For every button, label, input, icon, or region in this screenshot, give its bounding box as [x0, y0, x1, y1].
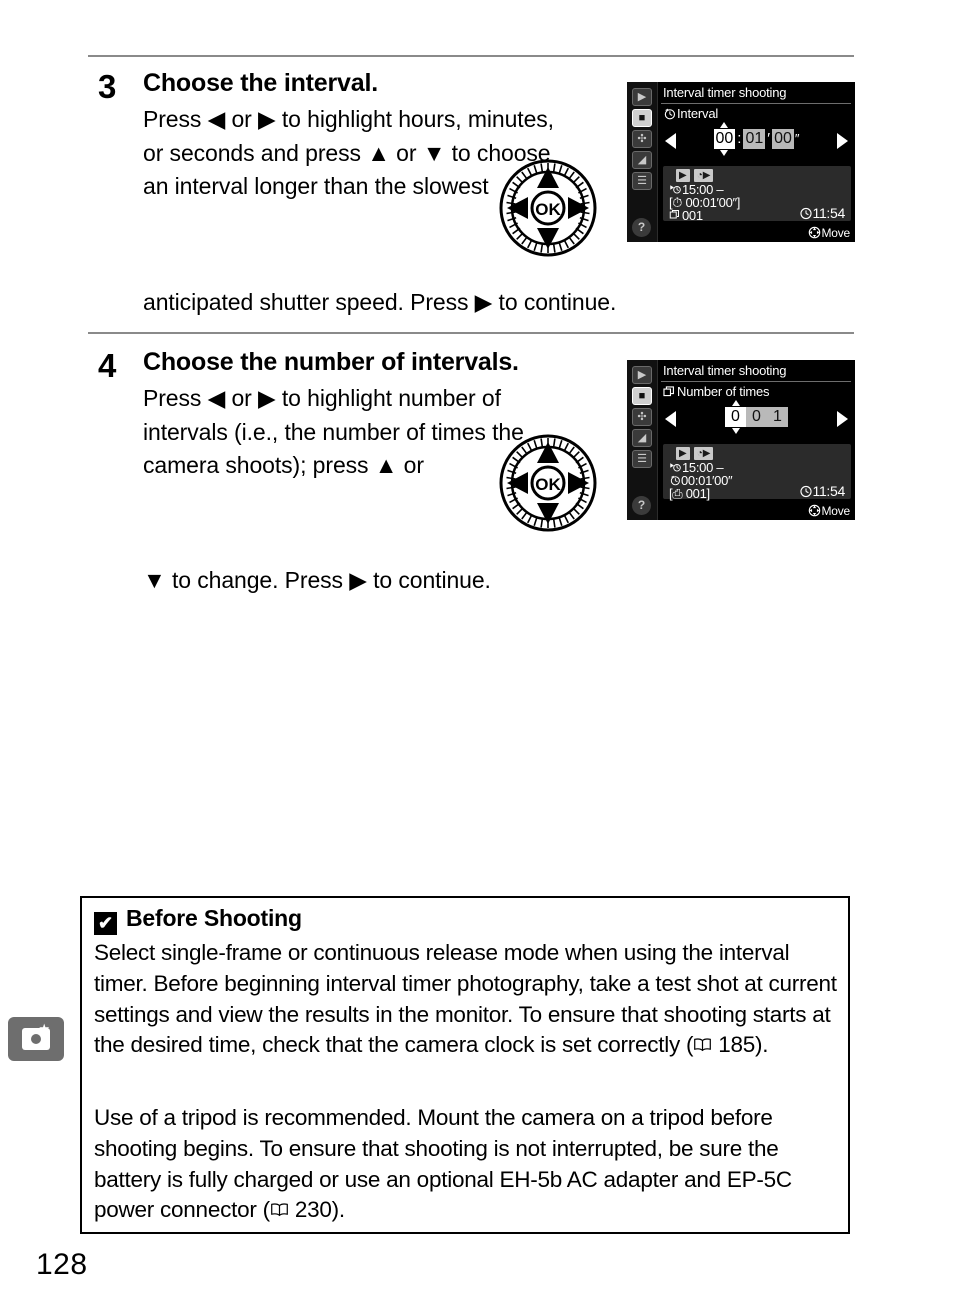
dial-ok-label: OK — [535, 475, 561, 494]
interval-hours-field[interactable]: 00 — [713, 122, 736, 156]
info-frame-count: 001 — [669, 209, 703, 223]
section-tab-shooting-menu: ★ — [8, 1017, 64, 1061]
lcd-screenshot-interval: ▶ ■ ✣ ◢ ☰ ? Interval timer shooting Inte… — [627, 82, 855, 242]
lcd-value-row: 001 — [658, 400, 855, 435]
help-icon: ? — [632, 496, 651, 515]
step-3-text-tail: anticipated shutter speed. Press ▶ to co… — [143, 289, 617, 315]
lcd-move-hint: Move — [808, 226, 850, 240]
note-paragraph-1: Select single-frame or continuous releas… — [94, 938, 842, 1061]
playback-icon: ▶ — [632, 88, 652, 106]
retouch-icon: ◢ — [632, 429, 652, 447]
interval-sep-minute-mark: ′ — [767, 130, 771, 147]
count-digit-hundreds[interactable]: 0 — [725, 400, 746, 434]
info-clock-value: 11:54 — [812, 483, 846, 499]
info-clock-value: 11:54 — [812, 205, 846, 221]
note-paragraph-2: Use of a tripod is recommended. Mount th… — [94, 1103, 842, 1226]
lcd-value-row: 00:01 ′ 00 ″ — [658, 122, 855, 157]
lcd-screenshot-number-of-times: ▶ ■ ✣ ◢ ☰ ? Interval timer shooting Numb… — [627, 360, 855, 520]
book-reference-icon — [270, 1203, 288, 1217]
note-paragraph-2-ref: 230). — [288, 1197, 345, 1223]
start-time-icon — [670, 463, 681, 472]
step-3-title: Choose the interval. — [143, 69, 378, 97]
book-reference-icon — [694, 1038, 712, 1052]
note-paragraph-2-text: Use of a tripod is recommended. Mount th… — [94, 1105, 792, 1223]
interval-clock-icon — [664, 108, 676, 120]
recent-settings-icon: ☰ — [632, 172, 652, 190]
step-4-text-tail: ▼ to change. Press ▶ to continue. — [143, 567, 491, 593]
lcd-title: Interval timer shooting — [663, 363, 787, 378]
lcd-info-panel: ▶ ◔▶ 15:00 – [⏱ 00:01′00″] 001 11:54 — [663, 166, 851, 223]
note-heading-row: ✔ Before Shooting — [94, 905, 302, 935]
timer-badge-icon: ◔▶ — [693, 169, 714, 182]
clock-icon — [799, 207, 812, 220]
shooting-menu-icon: ■ — [632, 109, 652, 127]
frames-icon — [669, 210, 679, 219]
lcd-subtitle-row: Number of times — [663, 384, 770, 399]
step-4-number: 4 — [98, 347, 116, 384]
divider-step3-step4 — [88, 332, 854, 334]
setup-wrench-icon: ✣ — [632, 130, 652, 148]
number-of-times-digit-group: 001 — [658, 400, 855, 434]
interval-clock-icon — [670, 475, 680, 486]
play-badge-icon: ▶ — [676, 169, 690, 182]
interval-digit-group: 00:01 ′ 00 ″ — [658, 122, 855, 156]
lcd-main-area: Interval timer shooting Number of times … — [658, 360, 855, 520]
info-frame-count: [⎙ 001] — [669, 486, 710, 501]
retouch-icon: ◢ — [632, 151, 652, 169]
before-shooting-note-box: ✔ Before Shooting Select single-frame or … — [80, 896, 850, 1234]
interval-second-mark: ″ — [794, 131, 800, 146]
info-interval-value: [⏱ 00:01′00″] — [669, 195, 741, 210]
lcd-move-label: Move — [821, 504, 850, 518]
shooting-menu-icon: ■ — [632, 387, 652, 405]
lcd-subtitle-label: Number of times — [677, 384, 770, 399]
lcd-move-hint: Move — [808, 504, 850, 518]
camera-star-icon: ★ — [22, 1022, 50, 1050]
step-3-number: 3 — [98, 68, 116, 105]
play-badge-icon: ▶ — [676, 447, 690, 460]
info-badge-group: ▶ ◔▶ — [676, 169, 717, 182]
info-clock: 11:54 — [799, 483, 846, 499]
lcd-menu-sidebar: ▶ ■ ✣ ◢ ☰ ? — [627, 82, 658, 242]
interval-sep-colon: : — [737, 130, 742, 147]
multi-selector-dial-icon: OK — [499, 159, 597, 257]
note-paragraph-1-ref: 185). — [712, 1032, 769, 1058]
multi-selector-small-icon — [809, 226, 821, 239]
lcd-title-divider — [661, 103, 851, 104]
lcd-main-area: Interval timer shooting Interval 00:01 ′ 0… — [658, 82, 855, 242]
page-number: 128 — [36, 1248, 88, 1281]
lcd-menu-sidebar: ▶ ■ ✣ ◢ ☰ ? — [627, 360, 658, 520]
info-frame-count-value: 001 — [682, 208, 703, 223]
lcd-info-panel: ▶ ◔▶ 15:00 – 00:01′00″ [⎙ 001] 11:54 — [663, 444, 851, 501]
info-clock: 11:54 — [799, 205, 846, 221]
info-badge-group: ▶ ◔▶ — [676, 447, 717, 460]
lcd-move-label: Move — [821, 226, 850, 240]
dial-ok-label: OK — [535, 200, 561, 219]
star-icon: ★ — [38, 1021, 50, 1036]
lcd-subtitle-row: Interval — [663, 106, 718, 121]
frames-stack-icon — [663, 386, 674, 397]
interval-seconds-field[interactable]: 00 — [772, 129, 794, 149]
timer-badge-icon: ◔▶ — [693, 447, 714, 460]
lcd-subtitle-label: Interval — [677, 106, 719, 121]
help-icon: ? — [632, 218, 651, 237]
divider-top — [88, 55, 854, 57]
count-digit-ones[interactable]: 1 — [767, 407, 788, 427]
note-heading: Before Shooting — [126, 905, 302, 931]
count-digit-tens[interactable]: 0 — [746, 407, 767, 427]
multi-selector-dial-icon: OK — [499, 434, 597, 532]
clock-icon — [799, 485, 812, 498]
interval-minutes-field[interactable]: 01 — [743, 129, 766, 149]
lcd-title: Interval timer shooting — [663, 85, 787, 100]
recent-settings-icon: ☰ — [632, 450, 652, 468]
playback-icon: ▶ — [632, 366, 652, 384]
multi-selector-small-icon — [809, 504, 821, 517]
start-time-icon — [670, 185, 681, 194]
lcd-title-divider — [661, 381, 851, 382]
step-4-title: Choose the number of intervals. — [143, 348, 519, 376]
setup-wrench-icon: ✣ — [632, 408, 652, 426]
check-warning-icon: ✔ — [94, 912, 117, 935]
